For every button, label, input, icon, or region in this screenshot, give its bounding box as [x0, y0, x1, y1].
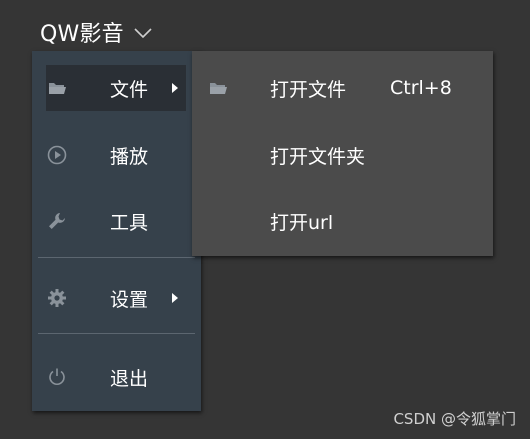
- app-title-dropdown[interactable]: QW影音: [40, 17, 152, 47]
- power-icon: [46, 366, 68, 388]
- menu-separator: [38, 257, 195, 258]
- submenu-item-label: 打开url: [270, 211, 334, 234]
- menu-item-play[interactable]: 播放: [46, 132, 186, 178]
- shortcut-label: Ctrl+8: [390, 77, 452, 99]
- main-menu: 文件 播放 工具 设置 退出: [32, 51, 201, 411]
- menu-item-label: 文件: [110, 78, 149, 101]
- file-submenu: 打开文件 Ctrl+8 打开文件夹 打开url: [192, 51, 493, 256]
- menu-item-tools[interactable]: 工具: [46, 198, 186, 244]
- submenu-arrow-icon: [172, 293, 178, 303]
- menu-item-exit[interactable]: 退出: [46, 354, 186, 400]
- wrench-icon: [46, 210, 68, 232]
- submenu-item-open-file[interactable]: 打开文件 Ctrl+8: [192, 63, 493, 113]
- folder-icon: [46, 77, 68, 99]
- menu-item-label: 播放: [110, 145, 149, 168]
- app-title: QW影音: [40, 22, 124, 47]
- folder-icon: [208, 78, 228, 98]
- menu-item-label: 工具: [110, 211, 149, 234]
- submenu-item-label: 打开文件夹: [270, 145, 366, 168]
- submenu-item-open-folder[interactable]: 打开文件夹: [192, 130, 493, 180]
- menu-item-label: 设置: [110, 288, 149, 311]
- chevron-down-icon: [134, 24, 152, 43]
- menu-separator: [38, 333, 195, 334]
- gear-icon: [46, 287, 68, 309]
- submenu-arrow-icon: [172, 83, 178, 93]
- submenu-item-open-url[interactable]: 打开url: [192, 196, 493, 246]
- menu-item-label: 退出: [110, 367, 149, 390]
- submenu-item-label: 打开文件: [270, 78, 347, 101]
- play-circle-icon: [46, 144, 68, 166]
- menu-item-file[interactable]: 文件: [46, 65, 186, 111]
- menu-item-settings[interactable]: 设置: [46, 275, 186, 321]
- watermark: CSDN @令狐掌门: [393, 410, 516, 428]
